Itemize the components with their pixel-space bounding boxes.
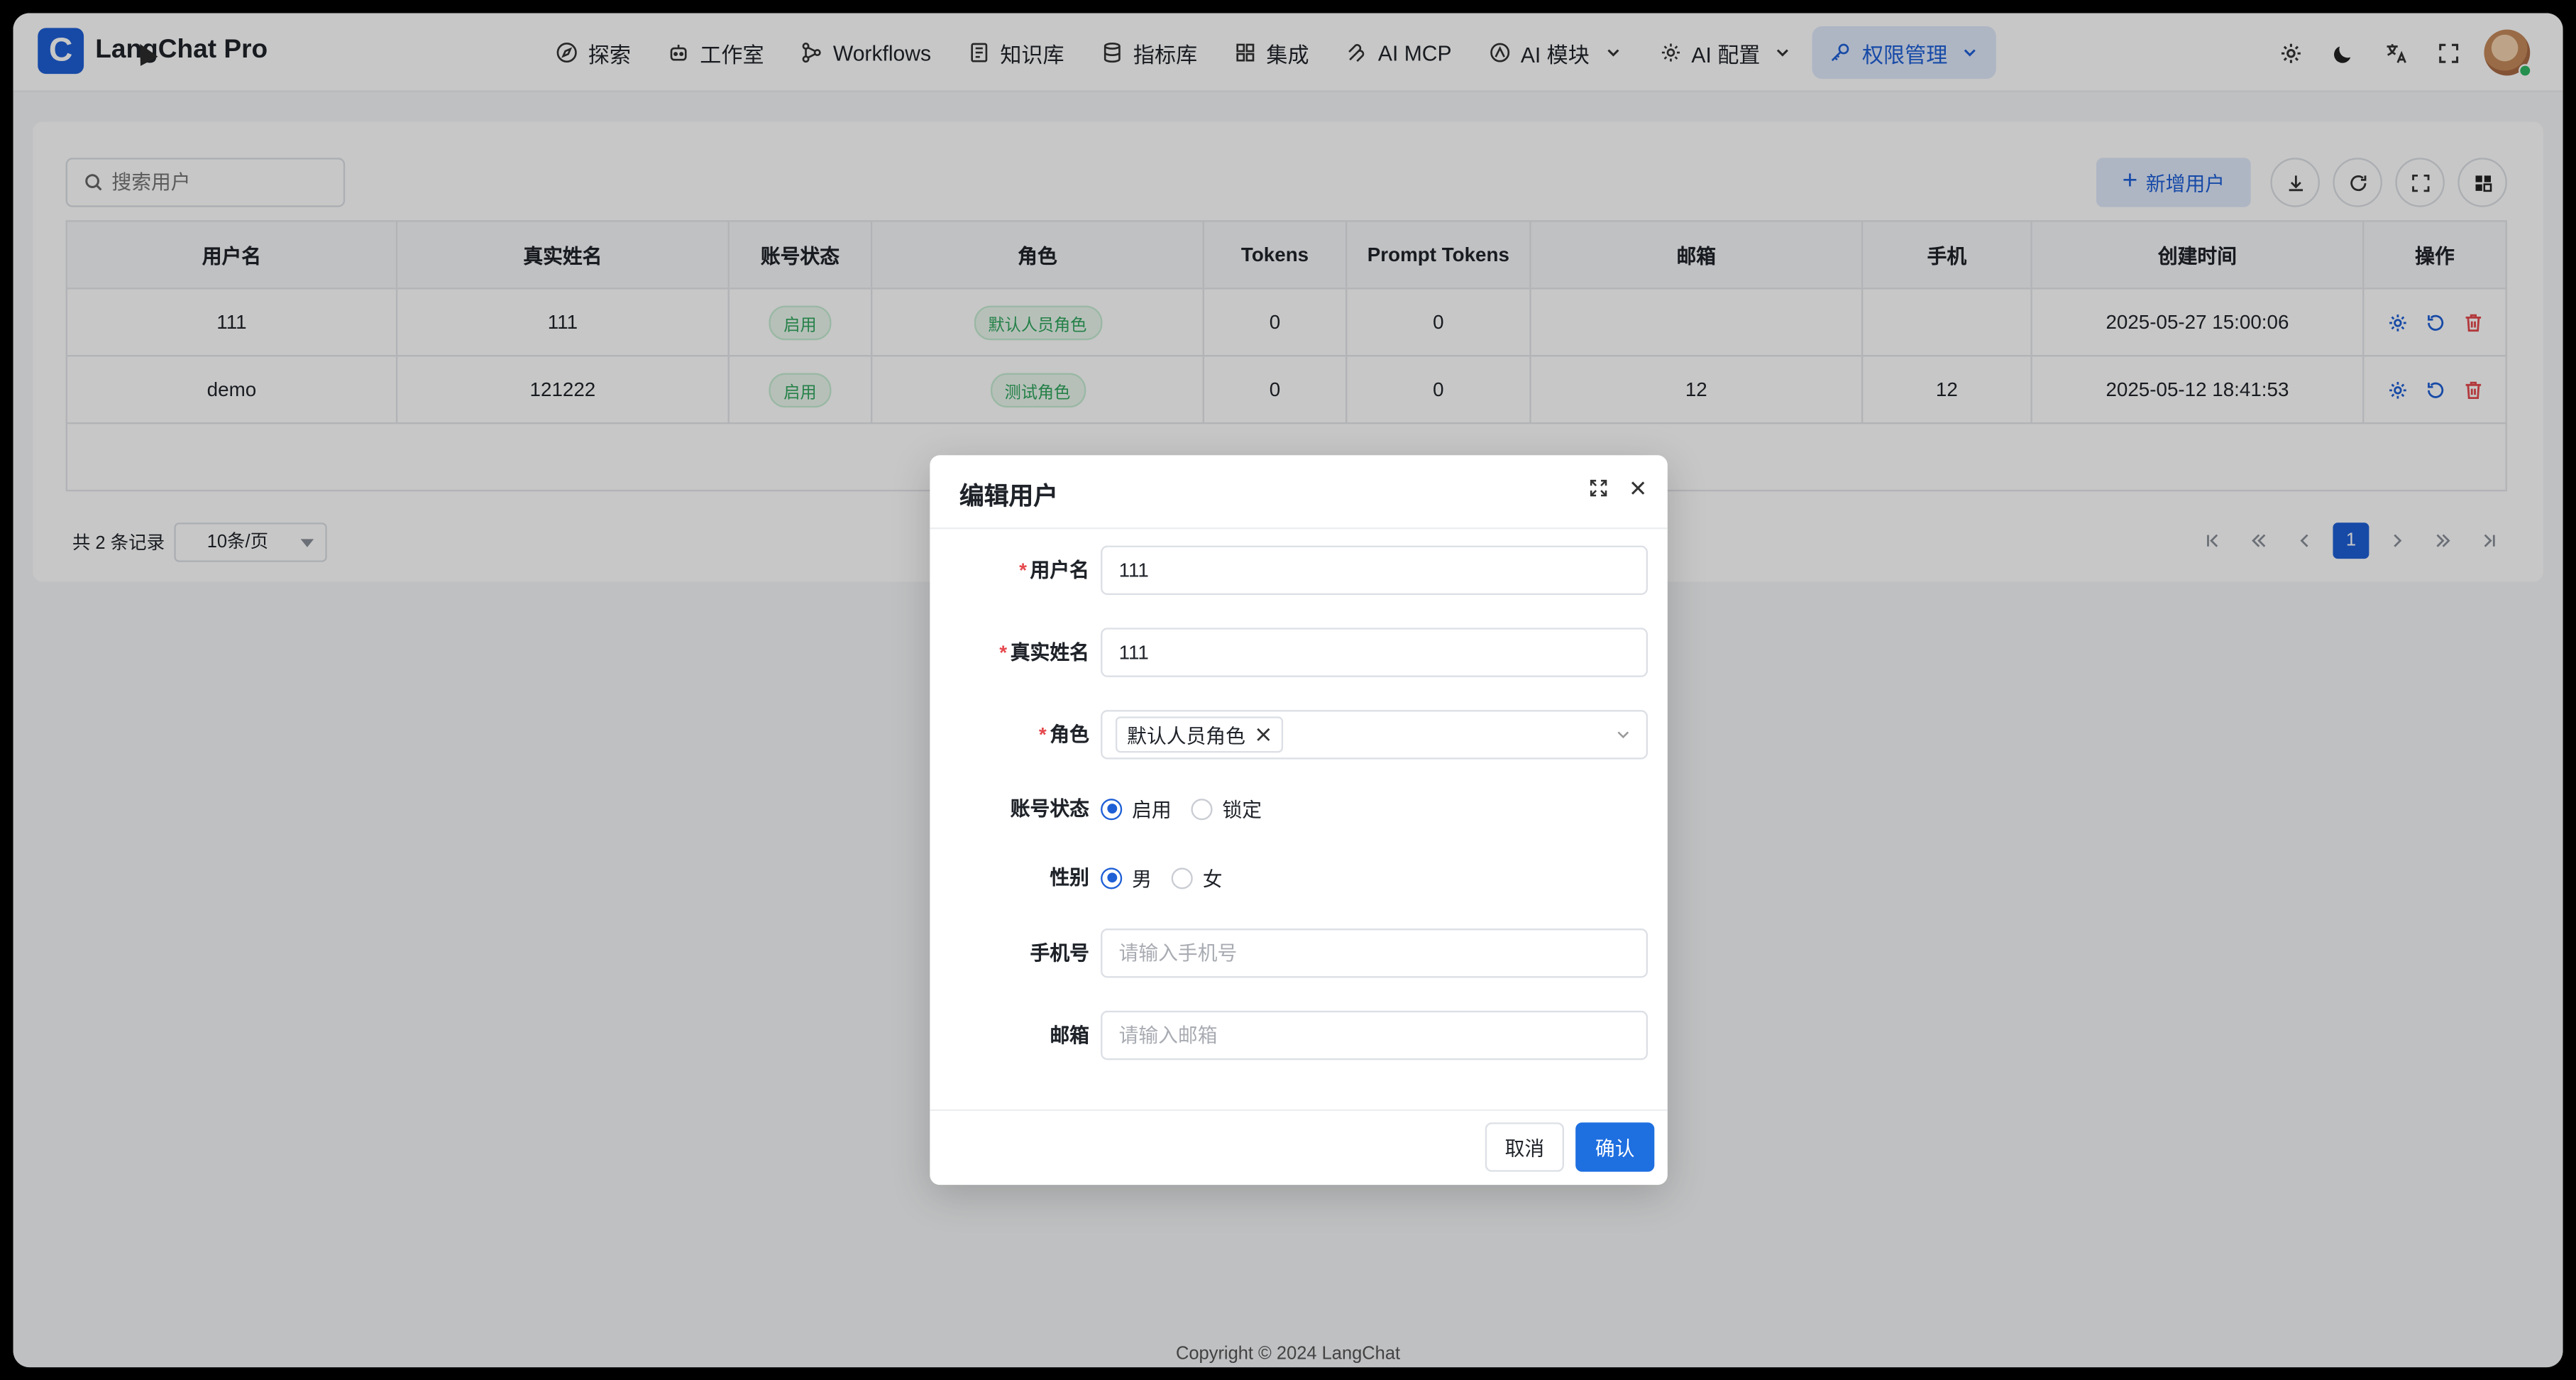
radio-label: 女 [1202,867,1223,890]
phone-row: 手机号 [930,929,1667,978]
gender-radio-group: 男 女 [1101,853,1242,902]
username-label: * 用户名 [1019,559,1089,582]
radio-dot [1191,797,1213,820]
status-label: 账号状态 [1010,796,1089,821]
close-icon [1631,481,1645,495]
maximize-dialog-button[interactable] [1585,475,1612,501]
role-chip: 默认人员角色 [1115,716,1284,753]
divider [930,527,1668,530]
email-label: 邮箱 [1050,1024,1089,1047]
status-enabled-radio[interactable]: 启用 [1101,794,1172,822]
email-field[interactable] [1101,1010,1648,1061]
radio-dot [1101,797,1123,820]
confirm-button[interactable]: 确认 [1575,1122,1655,1172]
role-select[interactable]: 默认人员角色 [1101,710,1648,760]
chevron-down-icon [1617,731,1629,739]
edit-user-dialog: 编辑用户 *用户名 *真实姓名 *角色 默认人员角色 [930,455,1668,1185]
role-label: * 角色 [1038,723,1089,747]
cancel-button[interactable]: 取消 [1485,1122,1564,1172]
gender-row: 性别 男 女 [930,853,1667,902]
app-window: C LangChat Pro 探索 工作室 Workflows 知识库 指标库 [13,13,2563,1368]
role-row: * 角色 默认人员角色 [930,710,1667,760]
expand-icon [1590,479,1607,497]
phone-field[interactable] [1101,929,1648,978]
gender-male-radio[interactable]: 男 [1101,864,1152,892]
username-row: * 用户名 [930,545,1667,596]
dialog-tools [1585,475,1651,501]
status-radio-group: 启用 锁定 [1101,784,1282,833]
username-field[interactable] [1101,545,1648,596]
phone-label: 手机号 [1030,941,1089,965]
radio-dot [1101,867,1123,889]
gender-female-radio[interactable]: 女 [1171,864,1223,892]
realname-row: * 真实姓名 [930,628,1667,677]
dialog-title: 编辑用户 [959,483,1058,511]
radio-label: 启用 [1132,797,1172,821]
divider [930,1109,1668,1112]
role-chip-label: 默认人员角色 [1127,723,1245,748]
realname-field[interactable] [1101,628,1648,677]
status-locked-radio[interactable]: 锁定 [1191,794,1262,822]
realname-label: * 真实姓名 [999,640,1089,664]
close-icon[interactable] [1255,726,1272,743]
email-row: 邮箱 [930,1010,1667,1061]
radio-label: 男 [1132,867,1152,890]
status-row: 账号状态 启用 锁定 [930,784,1667,833]
radio-dot [1171,867,1193,889]
close-dialog-button[interactable] [1625,475,1651,501]
radio-label: 锁定 [1222,797,1262,821]
gender-label: 性别 [1050,866,1089,889]
